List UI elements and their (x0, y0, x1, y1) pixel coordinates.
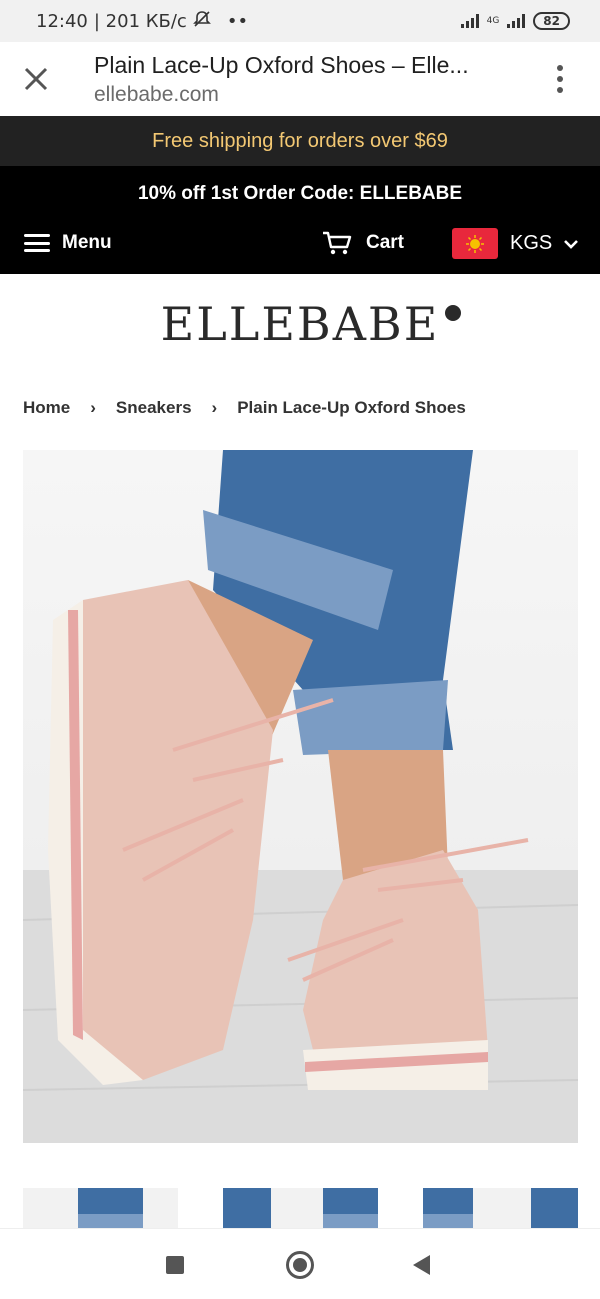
page-domain: ellebabe.com (94, 82, 219, 106)
kyrgyzstan-flag-icon (452, 228, 498, 259)
site-nav: Menu Cart KGS (0, 222, 600, 274)
breadcrumb-sneakers[interactable]: Sneakers (116, 398, 192, 418)
bell-muted-icon (192, 10, 211, 33)
registered-mark-icon (445, 305, 462, 321)
network-type: 4G (486, 15, 500, 26)
back-button[interactable] (413, 1255, 430, 1275)
status-bar: 12:40 | 201 КБ/с •• 4G 82 (0, 0, 600, 42)
status-dots: •• (226, 10, 249, 32)
breadcrumb-separator: › (211, 398, 218, 417)
discount-banner: 10% off 1st Order Code: ELLEBABE (0, 166, 600, 222)
breadcrumb-separator: › (90, 398, 96, 417)
product-thumbnail[interactable] (423, 1188, 578, 1228)
recents-button[interactable] (166, 1256, 184, 1274)
status-network-speed: | 201 КБ/с (93, 10, 187, 32)
home-icon (293, 1258, 307, 1272)
chevron-down-icon (564, 239, 579, 249)
free-shipping-banner: Free shipping for orders over $69 (0, 116, 600, 166)
battery-indicator: 82 (533, 12, 570, 30)
brand-logo[interactable]: ELLEBABE (160, 297, 462, 351)
browser-toolbar: Plain Lace-Up Oxford Shoes – Elle... ell… (0, 42, 600, 116)
cart-button[interactable]: Cart (322, 230, 404, 256)
product-thumbnail[interactable] (223, 1188, 378, 1228)
breadcrumb-current: Plain Lace-Up Oxford Shoes (237, 398, 466, 417)
hamburger-icon (24, 234, 50, 252)
signal-icon-2 (507, 14, 526, 28)
menu-label: Menu (62, 232, 112, 253)
close-button[interactable] (0, 42, 72, 116)
free-shipping-text: Free shipping for orders over $69 (152, 129, 448, 152)
menu-button[interactable]: Menu (24, 232, 112, 254)
page-title: Plain Lace-Up Oxford Shoes – Elle... (94, 51, 469, 78)
logo-area: ELLEBABE (0, 274, 600, 374)
more-options-button[interactable] (520, 42, 600, 116)
logo-text: ELLEBABE (160, 297, 440, 351)
currency-code: KGS (510, 232, 553, 254)
breadcrumb-home[interactable]: Home (23, 398, 70, 418)
product-thumbnails (23, 1188, 578, 1228)
discount-text: 10% off 1st Order Code: ELLEBABE (137, 183, 463, 204)
cart-icon (323, 231, 352, 255)
home-button[interactable] (286, 1251, 314, 1279)
more-vert-icon (557, 65, 563, 71)
signal-icon (460, 14, 479, 28)
product-main-image[interactable] (23, 450, 578, 1143)
system-nav-bar (0, 1228, 600, 1299)
product-thumbnail[interactable] (23, 1188, 178, 1228)
breadcrumb: Home › Sneakers › Plain Lace-Up Oxford S… (23, 398, 466, 418)
close-icon (24, 67, 48, 91)
status-time: 12:40 (36, 10, 88, 32)
page-title-block: Plain Lace-Up Oxford Shoes – Elle... ell… (72, 52, 520, 107)
currency-selector[interactable]: KGS (452, 228, 579, 259)
cart-label: Cart (366, 232, 405, 253)
